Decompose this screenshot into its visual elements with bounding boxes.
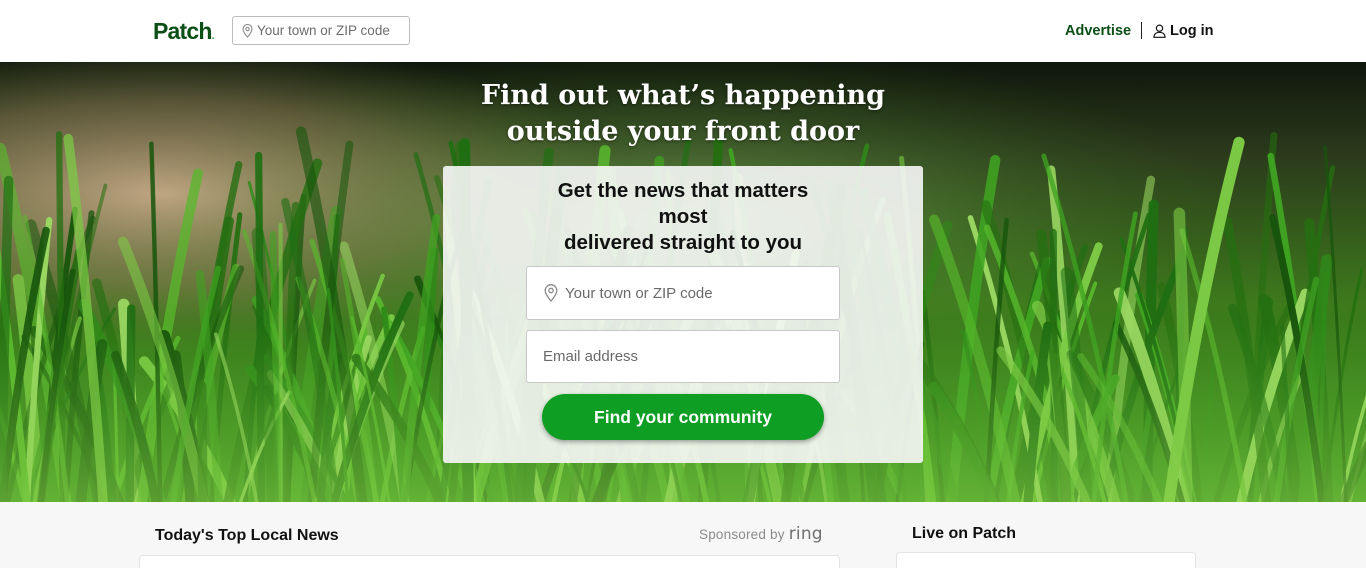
live-panel (896, 552, 1196, 568)
sponsored-prefix: Sponsored by (699, 527, 785, 542)
map-pin-icon (239, 23, 255, 39)
sponsor-brand-logo[interactable]: ring (789, 524, 823, 544)
login-button[interactable]: Log in (1153, 22, 1214, 40)
live-on-patch-heading: Live on Patch (912, 525, 1017, 542)
top-news-panel (139, 555, 840, 568)
signup-heading: Get the news that matters most delivered… (557, 179, 809, 254)
patch-logo[interactable]: Patch. (153, 16, 214, 52)
top-local-news-heading: Today's Top Local News (155, 527, 339, 544)
email-field[interactable] (526, 330, 840, 383)
hero-headline: Find out what’s happening outside your f… (480, 80, 886, 147)
town-input[interactable] (565, 284, 825, 302)
user-icon (1153, 23, 1167, 39)
sponsored-by-label: Sponsored by ring (699, 524, 823, 544)
top-navigation-bar: Patch. Advertise Log in (0, 0, 1366, 62)
newsletter-signup-card: Get the news that matters most delivered… (443, 166, 923, 463)
advertise-link[interactable]: Advertise (1065, 22, 1131, 40)
map-pin-icon (542, 283, 560, 303)
header-location-search[interactable] (232, 16, 410, 45)
nav-divider (1141, 22, 1142, 39)
login-label: Log in (1170, 23, 1214, 39)
header-town-input[interactable] (257, 23, 407, 38)
find-community-button[interactable]: Find your community (542, 394, 824, 440)
town-field[interactable] (526, 266, 840, 320)
hero-banner: Find out what’s happening outside your f… (0, 62, 1366, 502)
email-input[interactable] (543, 348, 803, 365)
